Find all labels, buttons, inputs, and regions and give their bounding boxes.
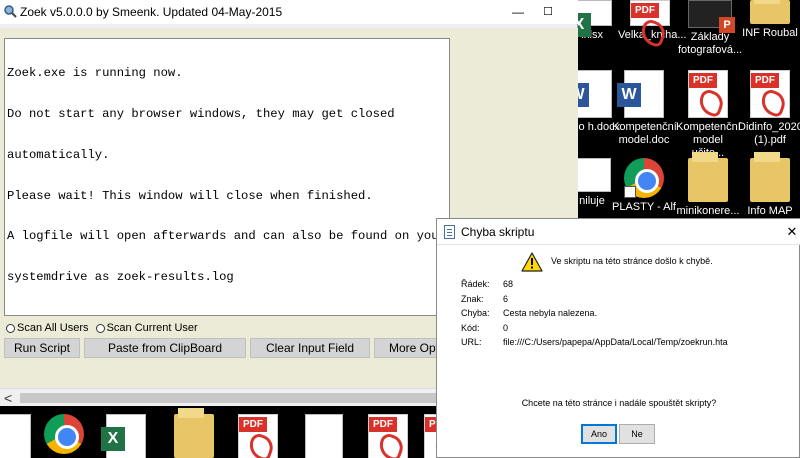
minimize-button[interactable]: —	[503, 0, 533, 24]
desktop-icon-bottom-4[interactable]	[162, 408, 226, 458]
desktop-icon-label: Základy fotografová...	[678, 31, 743, 56]
chrome-icon	[624, 158, 664, 198]
zoek-app-icon	[4, 5, 17, 18]
pdf-icon	[688, 70, 728, 118]
scroll-left-icon[interactable]: <	[4, 390, 12, 406]
desktop-icon-bottom-5[interactable]	[226, 414, 290, 458]
document-icon	[0, 414, 31, 458]
powerpoint-icon	[688, 0, 735, 33]
dialog-question: Chcete na této stránce i nadále spouštět…	[521, 398, 717, 408]
desktop-icon-info-map[interactable]: Info MAP	[738, 152, 800, 218]
script-error-dialog: Chyba skriptu ✕ Ve skriptu na této strán…	[436, 218, 800, 458]
word-icon	[617, 70, 664, 118]
document-icon	[305, 414, 343, 458]
output-line: A logfile will open afterwards and can a…	[7, 229, 446, 244]
folder-icon	[688, 152, 728, 202]
detail-label: Znak:	[461, 293, 484, 304]
output-line: Please wait! This window will close when…	[7, 188, 373, 203]
desktop-icon-minikonference[interactable]: minikonere...	[676, 152, 740, 218]
dialog-titlebar[interactable]: Chyba skriptu ✕	[437, 219, 800, 245]
zoek-output-textarea[interactable]: Zoek.exe is running now. Do not start an…	[4, 38, 450, 316]
dialog-message: Ve skriptu na této stránce došlo k chybě…	[551, 256, 713, 266]
dialog-title: Chyba skriptu	[461, 225, 535, 239]
desktop-icon-kompetencni-doc[interactable]: Kompetenční model.doc	[612, 70, 677, 147]
detail-value: 68	[503, 279, 514, 289]
output-line: Zoek.exe is running now.	[7, 66, 183, 81]
excel-icon	[101, 414, 146, 458]
document-icon	[444, 225, 455, 239]
desktop-icon-label: INF Roubal	[742, 27, 798, 39]
more-options-button[interactable]: More Opt	[374, 338, 440, 358]
desktop-icon-bottom-6[interactable]	[292, 414, 356, 458]
pdf-icon	[750, 70, 790, 118]
close-icon[interactable]: ✕	[783, 219, 800, 245]
desktop-icon-bottom-7[interactable]	[356, 414, 420, 458]
pdf-icon	[238, 414, 278, 458]
desktop-icon-bottom-3[interactable]	[94, 414, 158, 458]
paste-from-clipboard-button[interactable]: Paste from ClipBoard	[84, 338, 246, 358]
detail-label: Kód:	[461, 322, 480, 333]
desktop-icon-label: PLASTY - Alf	[612, 201, 676, 213]
scrollbar-thumb[interactable]	[20, 393, 440, 403]
document-icon	[573, 158, 611, 192]
run-script-button[interactable]: Run Script	[4, 338, 80, 358]
zoek-window-title: Zoek v5.0.0.0 by Smeenk. Updated 04-May-…	[20, 5, 283, 19]
warning-icon	[521, 252, 543, 272]
detail-label: URL:	[461, 337, 482, 348]
folder-icon	[174, 408, 214, 458]
desktop-icon-kompetencni-ucitele[interactable]: Kompetenční model učite...	[676, 70, 741, 160]
desktop-icon-didinfo[interactable]: Didinfo_2020 (1).pdf	[738, 70, 800, 147]
detail-value: 0	[503, 322, 509, 333]
maximize-button[interactable]: ☐	[533, 0, 563, 24]
detail-value: Cesta nebyla nalezena.	[503, 308, 598, 319]
minimize-icon: —	[512, 5, 524, 19]
radio-circle-icon	[95, 323, 105, 333]
desktop-icon-label: Kompetenční model.doc	[612, 121, 677, 146]
detail-label: Chyba:	[461, 308, 490, 319]
desktop-icon-bottom-2[interactable]	[32, 414, 96, 457]
scan-current-user-radio[interactable]: Scan Current User	[95, 322, 198, 334]
yes-button[interactable]: Ano	[581, 424, 617, 444]
maximize-icon: ☐	[543, 6, 553, 18]
radio-label: Scan Current User	[106, 322, 198, 334]
radio-circle-icon	[6, 323, 15, 333]
excel-icon	[567, 0, 612, 37]
pdf-icon	[368, 414, 408, 458]
desktop-icon-plasty[interactable]: PLASTY - Alf	[612, 158, 676, 214]
pdf-icon	[630, 0, 670, 26]
folder-icon	[750, 0, 790, 24]
zoek-titlebar[interactable]: Zoek v5.0.0.0 by Smeenk. Updated 04-May-…	[0, 0, 578, 24]
folder-icon	[750, 152, 790, 202]
word-icon	[565, 70, 612, 118]
desktop-icon-label: minikonere...	[676, 205, 740, 217]
no-button[interactable]: Ne	[619, 424, 655, 444]
desktop-icon-label: Info MAP	[747, 205, 793, 217]
detail-label: Řádek:	[461, 279, 490, 289]
output-line: systemdrive as zoek-results.log	[7, 270, 234, 285]
detail-value: file:///C:/Users/papepa/AppData/Local/Te…	[503, 337, 728, 348]
detail-value: 6	[503, 293, 509, 304]
chrome-icon	[44, 414, 84, 454]
output-line: Do not start any browser windows, they m…	[7, 106, 395, 121]
desktop-icon-inf-roubal[interactable]: INF Roubal	[738, 0, 800, 40]
output-line: automatically.	[7, 147, 110, 162]
radio-label: Scan All Users	[17, 322, 89, 334]
desktop-icon-velka-kniha[interactable]: Velka_kniha...	[618, 0, 687, 42]
scan-scope-radio-group: Scan All Users Scan Current User	[6, 322, 202, 338]
scan-all-users-radio[interactable]: Scan All Users	[6, 322, 89, 334]
clear-input-field-button[interactable]: Clear Input Field	[250, 338, 370, 358]
desktop-icon-zaklady[interactable]: Základy fotografová...	[678, 0, 742, 57]
desktop-icon-label: Didinfo_2020 (1).pdf	[738, 121, 800, 146]
